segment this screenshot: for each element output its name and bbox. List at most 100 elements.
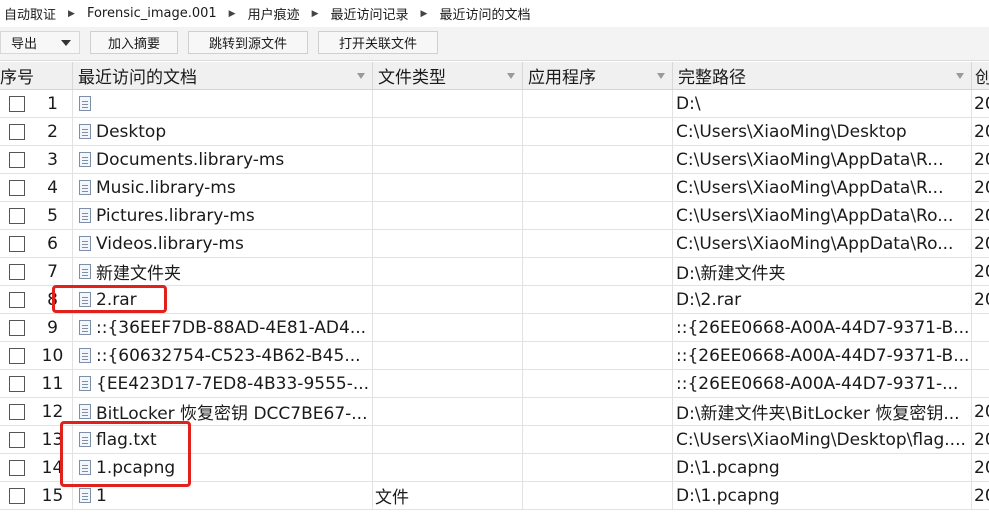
application-cell (523, 342, 673, 369)
row-checkbox[interactable] (8, 179, 25, 196)
row-checkbox[interactable] (8, 95, 25, 112)
row-checkbox[interactable] (8, 151, 25, 168)
table-row[interactable]: 10::{60632754-C523-4B62-B45...::{26EE066… (0, 342, 989, 370)
caret-down-icon (61, 40, 71, 46)
filter-icon[interactable] (657, 73, 665, 79)
full-path-cell: C:\Users\XiaoMing\AppData\R... (673, 174, 972, 201)
row-checkbox[interactable] (8, 403, 25, 420)
breadcrumb-item[interactable]: 用户痕迹 (242, 4, 306, 23)
row-checkbox-cell (0, 90, 33, 117)
table-row[interactable]: 14 1.pcapng D:\1.pcapng20 (0, 454, 989, 482)
full-path-cell: ::{26EE0668-A00A-44D7-9371-B... (673, 314, 972, 341)
created-cell: 20 (974, 289, 989, 310)
row-index: 15 (33, 482, 73, 509)
breadcrumb-item[interactable]: Forensic_image.001 (81, 6, 223, 21)
table-row[interactable]: 8 2.rar D:\2.rar20 (0, 286, 989, 314)
table-row[interactable]: 3 Documents.library-ms C:\Users\XiaoMing\A… (0, 146, 989, 174)
table-row[interactable]: 12 BitLocker 恢复密钥 DCC7BE67-... D:\新建文件夹\Bi… (0, 398, 989, 426)
jump-to-source-button[interactable]: 跳转到源文件 (188, 31, 308, 54)
row-checkbox[interactable] (8, 263, 25, 280)
open-related-file-button[interactable]: 打开关联文件 (318, 31, 438, 54)
row-index: 12 (33, 398, 73, 425)
table-row[interactable]: 1 D:\20 (0, 90, 989, 118)
row-checkbox-cell (0, 482, 33, 509)
recent-document-name: Videos.library-ms (96, 233, 244, 254)
filter-icon[interactable] (956, 73, 964, 79)
column-header-label: 文件类型 (378, 68, 446, 88)
application-cell (523, 286, 673, 313)
file-type-cell (373, 398, 523, 425)
row-checkbox[interactable] (8, 207, 25, 224)
document-icon (79, 236, 91, 251)
row-checkbox[interactable] (8, 459, 25, 476)
document-icon (79, 376, 91, 391)
recent-document-cell: Videos.library-ms (73, 230, 373, 257)
table-row[interactable]: 13 flag.txt C:\Users\XiaoMing\Desktop\flag… (0, 426, 989, 454)
chevron-right-icon: ▶ (228, 8, 236, 19)
breadcrumb: 自动取证 ▶ Forensic_image.001 ▶ 用户痕迹 ▶ 最近访问记… (0, 0, 989, 27)
file-type-cell (373, 118, 523, 145)
add-summary-button[interactable]: 加入摘要 (90, 31, 178, 54)
recent-document-cell: {EE423D17-7ED8-4B33-9555-... (73, 370, 373, 397)
recent-document-name: Music.library-ms (96, 177, 236, 198)
recent-document-cell: BitLocker 恢复密钥 DCC7BE67-... (73, 398, 373, 425)
table-row[interactable]: 5 Pictures.library-ms C:\Users\XiaoMing\Ap… (0, 202, 989, 230)
created-cell: 20 (974, 485, 989, 506)
column-header-file-type[interactable]: 文件类型 (373, 62, 523, 89)
recent-document-cell: ::{36EEF7DB-88AD-4E81-AD4... (73, 314, 373, 341)
recent-document-name: Desktop (96, 121, 167, 142)
row-checkbox[interactable] (8, 375, 25, 392)
row-checkbox[interactable] (8, 319, 25, 336)
breadcrumb-item-current[interactable]: 最近访问的文档 (433, 4, 536, 23)
row-checkbox[interactable] (8, 123, 25, 140)
chevron-right-icon: ▶ (420, 8, 428, 19)
breadcrumb-item[interactable]: 最近访问记录 (325, 4, 415, 23)
full-path-cell: ::{26EE0668-A00A-44D7-9371-B... (673, 342, 972, 369)
table-row[interactable]: 7 新建文件夹 D:\新建文件夹20 (0, 258, 989, 286)
created-cell: 20 (974, 149, 989, 170)
column-header-full-path[interactable]: 完整路径 (673, 62, 972, 89)
created-cell: 20 (974, 121, 989, 142)
row-checkbox-cell (0, 426, 33, 453)
table-row[interactable]: 15 1 文件 D:\1.pcapng20 (0, 482, 989, 510)
created-cell: 20 (974, 93, 989, 114)
row-index: 4 (33, 174, 73, 201)
application-cell (523, 146, 673, 173)
filter-icon[interactable] (507, 73, 515, 79)
full-path-cell: ::{26EE0668-A00A-44D7-9371-... (673, 370, 972, 397)
column-header-label: 应用程序 (528, 68, 596, 88)
row-checkbox-cell (0, 370, 33, 397)
table-row[interactable]: 9::{36EEF7DB-88AD-4E81-AD4...::{26EE0668… (0, 314, 989, 342)
row-checkbox[interactable] (8, 431, 25, 448)
filter-icon[interactable] (357, 73, 365, 79)
breadcrumb-item[interactable]: 自动取证 (0, 4, 62, 23)
row-checkbox[interactable] (8, 291, 25, 308)
toolbar: 导出 加入摘要 跳转到源文件 打开关联文件 (0, 27, 989, 61)
column-header-application[interactable]: 应用程序 (523, 62, 673, 89)
column-header-recent-document[interactable]: 最近访问的文档 (73, 62, 373, 89)
created-cell (972, 342, 989, 369)
full-path-cell: D:\1.pcapng (673, 482, 972, 509)
column-header-index[interactable]: 序号 (0, 62, 73, 89)
recent-document-cell: 2.rar (73, 286, 373, 313)
recent-document-cell: Desktop (73, 118, 373, 145)
row-checkbox[interactable] (8, 235, 25, 252)
export-dropdown[interactable]: 导出 (0, 31, 80, 54)
recent-document-name: Pictures.library-ms (96, 205, 255, 226)
file-type-cell (373, 230, 523, 257)
full-path-cell: C:\Users\XiaoMing\Desktop\flag.... (673, 426, 972, 453)
document-icon (79, 460, 91, 475)
full-path-cell: C:\Users\XiaoMing\AppData\R... (673, 146, 972, 173)
recent-document-cell: flag.txt (73, 426, 373, 453)
application-cell (523, 454, 673, 481)
row-checkbox[interactable] (8, 487, 25, 504)
column-header-created[interactable]: 创 (972, 62, 989, 89)
recent-document-name: 1 (96, 485, 107, 506)
table-row[interactable]: 6 Videos.library-ms C:\Users\XiaoMing\AppD… (0, 230, 989, 258)
table-row[interactable]: 11 {EE423D17-7ED8-4B33-9555-...::{26EE066… (0, 370, 989, 398)
full-path-cell: D:\1.pcapng (673, 454, 972, 481)
recent-document-cell: 1.pcapng (73, 454, 373, 481)
table-row[interactable]: 4 Music.library-ms C:\Users\XiaoMing\AppDa… (0, 174, 989, 202)
row-checkbox[interactable] (8, 347, 25, 364)
table-row[interactable]: 2 Desktop C:\Users\XiaoMing\Desktop20 (0, 118, 989, 146)
